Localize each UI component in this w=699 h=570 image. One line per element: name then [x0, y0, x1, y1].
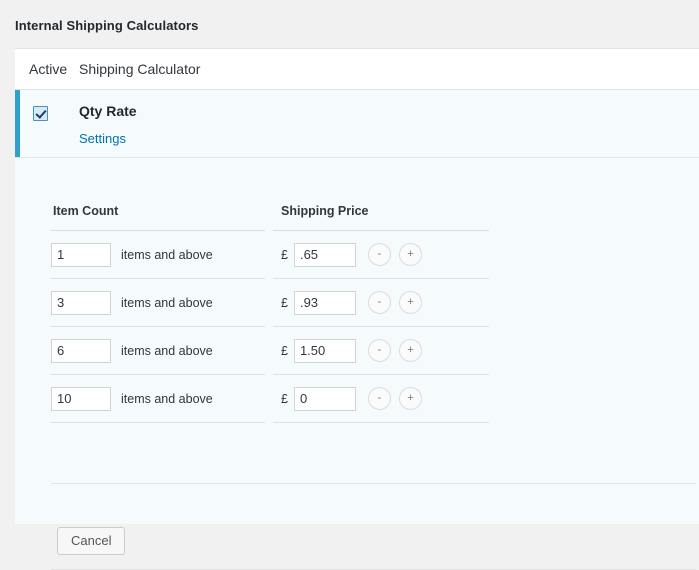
divider-segment-right — [273, 278, 489, 279]
shipping-price-input[interactable] — [294, 387, 356, 411]
item-count-input[interactable] — [51, 387, 111, 411]
currency-symbol: £ — [281, 248, 288, 262]
item-count-suffix-label: items and above — [121, 344, 213, 358]
rates-header-divider — [51, 230, 497, 231]
rate-row-price-cell: £ -+ — [273, 291, 422, 315]
calculator-info: Qty Rate Settings — [79, 90, 137, 157]
calculator-settings-link[interactable]: Settings — [79, 131, 126, 146]
rate-row-price-cell: £ -+ — [273, 387, 422, 411]
divider-segment-left — [51, 230, 265, 231]
rate-row: items and above £ -+ — [51, 231, 497, 278]
rate-row: items and above £ -+ — [51, 279, 497, 326]
rate-row-divider — [51, 278, 497, 279]
calculator-name: Qty Rate — [79, 103, 137, 120]
currency-symbol: £ — [281, 392, 288, 406]
item-count-input[interactable] — [51, 339, 111, 363]
decrement-price-button[interactable]: - — [368, 243, 391, 266]
divider-segment-left — [51, 326, 265, 327]
item-count-input[interactable] — [51, 243, 111, 267]
cancel-button[interactable]: Cancel — [57, 527, 125, 555]
calculator-row-qty-rate: Qty Rate Settings — [15, 90, 699, 158]
decrement-price-button[interactable]: - — [368, 291, 391, 314]
rate-row-count-cell: items and above — [51, 243, 273, 267]
shipping-price-input[interactable] — [294, 339, 356, 363]
header-item-count: Item Count — [51, 204, 273, 218]
shipping-price-input[interactable] — [294, 291, 356, 315]
column-header-shipping-calculator: Shipping Calculator — [79, 61, 200, 77]
divider-segment-left — [51, 422, 265, 423]
column-header-active: Active — [15, 61, 79, 77]
rate-row: items and above £ -+ — [51, 327, 497, 374]
rate-row-divider — [51, 374, 497, 375]
rate-row-count-cell: items and above — [51, 339, 273, 363]
rate-row-count-cell: items and above — [51, 291, 273, 315]
rate-row-divider — [51, 422, 497, 423]
currency-symbol: £ — [281, 296, 288, 310]
item-count-suffix-label: items and above — [121, 392, 213, 406]
rate-row-count-cell: items and above — [51, 387, 273, 411]
divider-segment-right — [273, 230, 489, 231]
increment-price-button[interactable]: + — [399, 291, 422, 314]
item-count-suffix-label: items and above — [121, 296, 213, 310]
item-count-suffix-label: items and above — [121, 248, 213, 262]
divider-segment-left — [51, 278, 265, 279]
calculator-settings-body: Item Count Shipping Price items and abov… — [15, 159, 699, 524]
actions-top-divider — [51, 483, 696, 484]
decrement-price-button[interactable]: - — [368, 339, 391, 362]
rate-rows-container: items and above£-+items and above£-+item… — [51, 231, 497, 423]
rates-table: Item Count Shipping Price items and abov… — [51, 204, 497, 423]
shipping-price-input[interactable] — [294, 243, 356, 267]
rate-row-price-cell: £ -+ — [273, 339, 422, 363]
calculator-list-header: Active Shipping Calculator — [15, 49, 699, 90]
header-shipping-price: Shipping Price — [273, 204, 369, 218]
calculators-panel: Active Shipping Calculator Qty Rate Sett… — [15, 48, 699, 524]
increment-price-button[interactable]: + — [399, 387, 422, 410]
divider-segment-right — [273, 374, 489, 375]
divider-segment-right — [273, 422, 489, 423]
rate-row: items and above £ -+ — [51, 375, 497, 422]
rate-row-divider — [51, 326, 497, 327]
divider-segment-left — [51, 374, 265, 375]
page-title: Internal Shipping Calculators — [0, 0, 699, 33]
rate-row-price-cell: £ -+ — [273, 243, 422, 267]
divider-segment-right — [273, 326, 489, 327]
item-count-input[interactable] — [51, 291, 111, 315]
increment-price-button[interactable]: + — [399, 339, 422, 362]
decrement-price-button[interactable]: - — [368, 387, 391, 410]
calculator-active-checkbox[interactable] — [33, 106, 48, 121]
increment-price-button[interactable]: + — [399, 243, 422, 266]
currency-symbol: £ — [281, 344, 288, 358]
calculator-active-cell — [15, 90, 79, 157]
form-actions: Cancel — [57, 527, 125, 555]
rates-table-header: Item Count Shipping Price — [51, 204, 497, 230]
active-accent-bar — [15, 90, 20, 157]
